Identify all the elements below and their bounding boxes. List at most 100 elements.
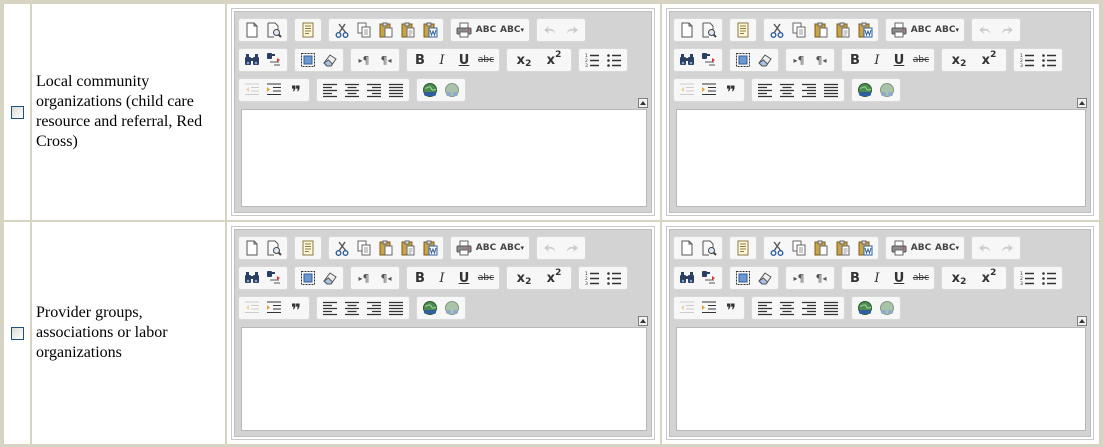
select-all-icon[interactable] (732, 268, 754, 288)
cut-icon[interactable] (331, 238, 353, 258)
cut-icon[interactable] (766, 20, 788, 40)
numbered-list-icon[interactable]: 123 (581, 50, 603, 70)
justify-icon[interactable] (820, 298, 842, 318)
indent-icon[interactable] (263, 298, 285, 318)
underline-icon[interactable]: U (453, 50, 475, 70)
paste-text-icon[interactable] (832, 238, 854, 258)
new-page-icon[interactable] (241, 20, 263, 40)
blockquote-icon[interactable]: ❞ (720, 80, 742, 102)
superscript-icon[interactable]: x2 (974, 268, 1004, 288)
copy-icon[interactable] (788, 20, 810, 40)
replace-icon[interactable] (698, 268, 720, 288)
strike-icon[interactable]: abc (910, 50, 932, 70)
redo-icon[interactable] (561, 20, 583, 40)
collapse-toolbar-button[interactable] (638, 98, 648, 108)
unlink-icon[interactable] (876, 298, 898, 318)
outdent-icon[interactable] (241, 80, 263, 100)
align-left-icon[interactable] (319, 80, 341, 100)
subscript-icon[interactable]: x2 (509, 50, 539, 70)
justify-icon[interactable] (820, 80, 842, 100)
indent-icon[interactable] (698, 298, 720, 318)
justify-icon[interactable] (385, 80, 407, 100)
ltr-icon[interactable]: ▸ ¶ (353, 268, 375, 288)
paste-word-icon[interactable] (854, 20, 876, 40)
spellcheck-icon[interactable]: ABC (475, 238, 497, 258)
paste-icon[interactable] (810, 238, 832, 258)
link-icon[interactable] (419, 298, 441, 318)
ltr-icon[interactable]: ▸ ¶ (788, 268, 810, 288)
paste-icon[interactable] (375, 20, 397, 40)
replace-icon[interactable] (698, 50, 720, 70)
undo-icon[interactable] (974, 238, 996, 258)
copy-icon[interactable] (353, 20, 375, 40)
link-icon[interactable] (854, 80, 876, 100)
link-icon[interactable] (419, 80, 441, 100)
numbered-list-icon[interactable]: 123 (1016, 50, 1038, 70)
undo-icon[interactable] (539, 20, 561, 40)
italic-icon[interactable]: I (866, 50, 888, 70)
strike-icon[interactable]: abc (910, 268, 932, 288)
italic-icon[interactable]: I (431, 268, 453, 288)
align-center-icon[interactable] (776, 80, 798, 100)
ltr-icon[interactable]: ▸ ¶ (788, 50, 810, 70)
blockquote-icon[interactable]: ❞ (720, 298, 742, 320)
numbered-list-icon[interactable]: 123 (1016, 268, 1038, 288)
editor-content-area[interactable] (676, 327, 1086, 431)
bulleted-list-icon[interactable] (1038, 50, 1060, 70)
editor-content-area[interactable] (241, 109, 647, 207)
outdent-icon[interactable] (241, 298, 263, 318)
align-left-icon[interactable] (754, 298, 776, 318)
preview-icon[interactable] (263, 20, 285, 40)
cut-icon[interactable] (331, 20, 353, 40)
collapse-toolbar-button[interactable] (1077, 98, 1087, 108)
unlink-icon[interactable] (441, 298, 463, 318)
italic-icon[interactable]: I (866, 268, 888, 288)
find-icon[interactable] (241, 50, 263, 70)
print-icon[interactable] (453, 20, 475, 40)
blockquote-icon[interactable]: ❞ (285, 80, 307, 102)
bold-icon[interactable]: B (409, 50, 431, 70)
strike-icon[interactable]: abc (475, 50, 497, 70)
subscript-icon[interactable]: x2 (944, 50, 974, 70)
align-right-icon[interactable] (798, 298, 820, 318)
paste-word-icon[interactable] (854, 238, 876, 258)
find-icon[interactable] (676, 50, 698, 70)
remove-format-icon[interactable] (319, 268, 341, 288)
strike-icon[interactable]: abc (475, 268, 497, 288)
redo-icon[interactable] (996, 238, 1018, 258)
redo-icon[interactable] (561, 238, 583, 258)
align-right-icon[interactable] (363, 80, 385, 100)
rtl-icon[interactable]: ¶ ◂ (810, 268, 832, 288)
superscript-icon[interactable]: x2 (539, 268, 569, 288)
scayt-icon[interactable]: ABC ▾ (932, 20, 962, 40)
superscript-icon[interactable]: x2 (539, 50, 569, 70)
select-all-icon[interactable] (732, 50, 754, 70)
editor-content-area[interactable] (241, 327, 647, 431)
align-left-icon[interactable] (319, 298, 341, 318)
outdent-icon[interactable] (676, 298, 698, 318)
rtl-icon[interactable]: ¶ ◂ (810, 50, 832, 70)
new-page-icon[interactable] (676, 20, 698, 40)
preview-icon[interactable] (698, 20, 720, 40)
bold-icon[interactable]: B (844, 268, 866, 288)
redo-icon[interactable] (996, 20, 1018, 40)
subscript-icon[interactable]: x2 (509, 268, 539, 288)
justify-icon[interactable] (385, 298, 407, 318)
align-right-icon[interactable] (363, 298, 385, 318)
undo-icon[interactable] (539, 238, 561, 258)
undo-icon[interactable] (974, 20, 996, 40)
collapse-toolbar-button[interactable] (1077, 316, 1087, 326)
templates-icon[interactable] (732, 238, 754, 258)
align-right-icon[interactable] (798, 80, 820, 100)
paste-text-icon[interactable] (397, 238, 419, 258)
paste-icon[interactable] (810, 20, 832, 40)
print-icon[interactable] (888, 20, 910, 40)
templates-icon[interactable] (732, 20, 754, 40)
rtl-icon[interactable]: ¶ ◂ (375, 50, 397, 70)
scayt-icon[interactable]: ABC ▾ (497, 238, 527, 258)
italic-icon[interactable]: I (431, 50, 453, 70)
collapse-toolbar-button[interactable] (638, 316, 648, 326)
templates-icon[interactable] (297, 20, 319, 40)
bulleted-list-icon[interactable] (603, 50, 625, 70)
spellcheck-icon[interactable]: ABC (475, 20, 497, 40)
